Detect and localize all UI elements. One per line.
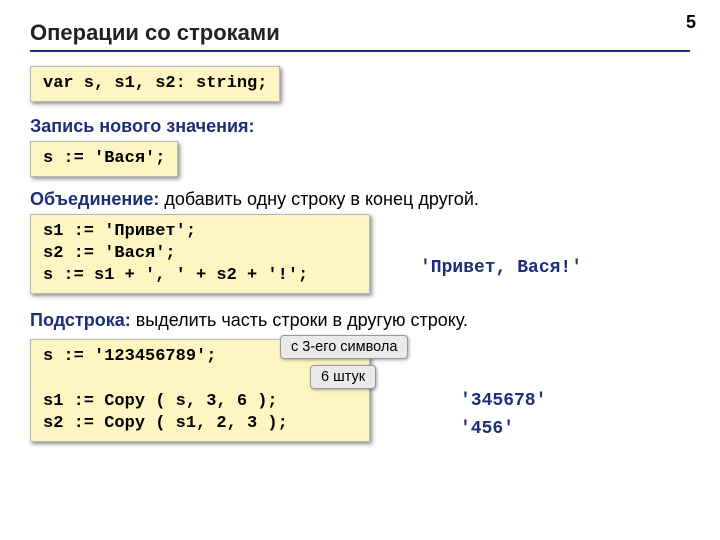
section-concat-text: добавить одну строку в конец другой. [159, 189, 479, 209]
section-assign-label: Запись нового значения: [30, 116, 255, 136]
section-substr-label: Подстрока: [30, 310, 131, 330]
title-rule [30, 50, 690, 52]
section-substr-text: выделить часть строки в другую строку. [131, 310, 468, 330]
result-concat: 'Привет, Вася!' [420, 258, 582, 278]
code-concat: s1 := 'Привет'; s2 := 'Вася'; s := s1 + … [30, 214, 370, 294]
section-concat-label: Объединение: [30, 189, 159, 209]
code-declaration: var s, s1, s2: string; [30, 66, 280, 102]
code-assign: s := 'Вася'; [30, 141, 178, 177]
page-number: 5 [686, 12, 696, 33]
page-title: Операции со строками [30, 20, 690, 46]
callout-from: с 3-его символа [280, 335, 408, 359]
result-substr-1: '345678' [460, 391, 546, 411]
callout-count: 6 штук [310, 365, 376, 389]
result-substr-2: '456' [460, 419, 514, 439]
